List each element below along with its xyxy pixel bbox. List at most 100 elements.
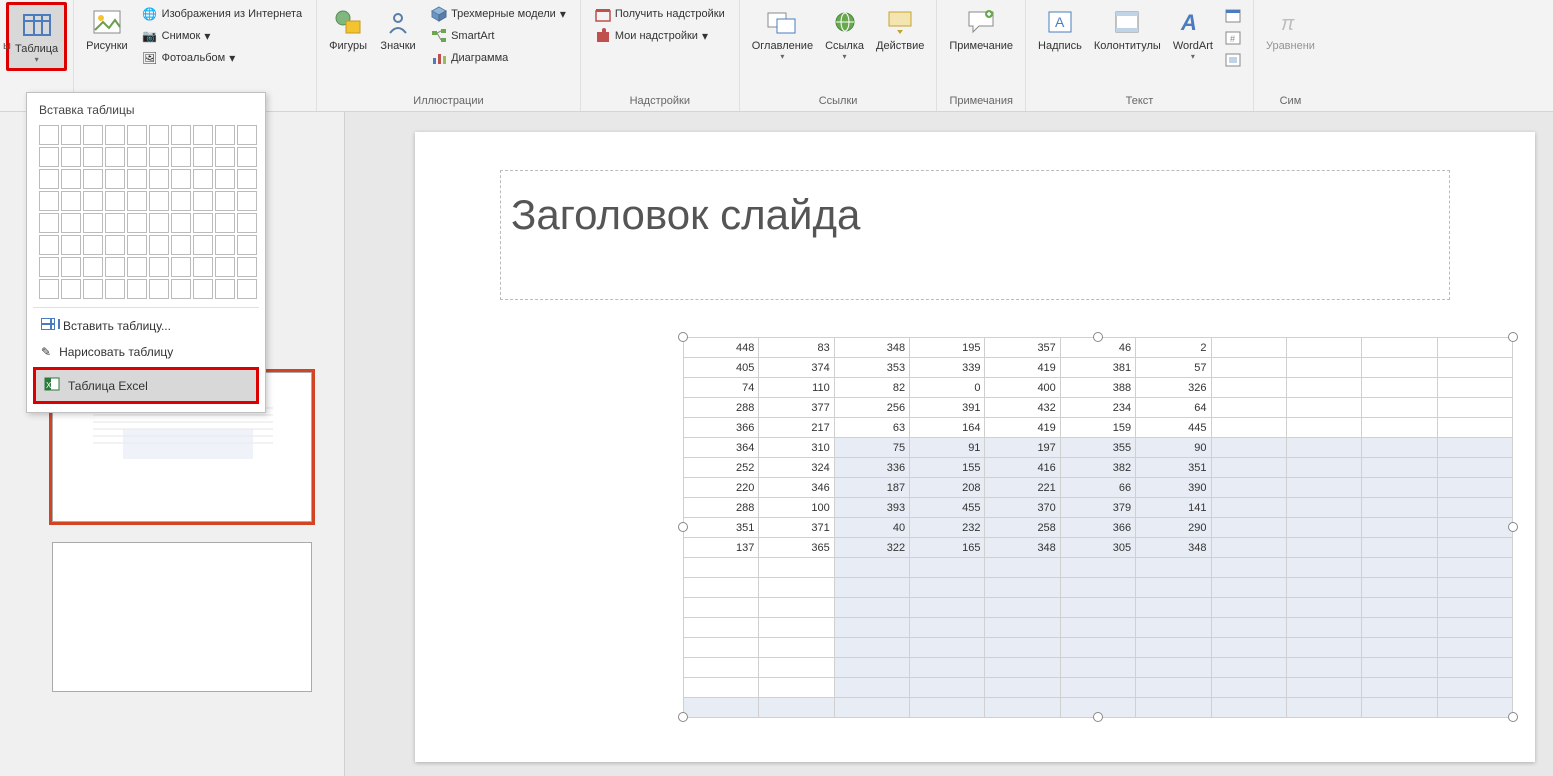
grid-cell[interactable] (193, 169, 213, 189)
object-button[interactable] (1223, 50, 1243, 70)
grid-cell[interactable] (83, 213, 103, 233)
grid-cell[interactable] (149, 279, 169, 299)
grid-cell[interactable] (237, 147, 257, 167)
grid-cell[interactable] (127, 125, 147, 145)
grid-cell[interactable] (61, 169, 81, 189)
resize-handle[interactable] (1508, 712, 1518, 722)
grid-cell[interactable] (215, 147, 235, 167)
grid-cell[interactable] (149, 125, 169, 145)
header-footer-button[interactable]: Колонтитулы (1088, 2, 1167, 56)
grid-cell[interactable] (171, 235, 191, 255)
grid-cell[interactable] (171, 191, 191, 211)
wordart-button[interactable]: A WordArt ▾ (1167, 2, 1219, 65)
online-images-button[interactable]: 🌐 Изображения из Интернета (138, 4, 306, 24)
date-time-button[interactable] (1223, 6, 1243, 26)
grid-cell[interactable] (61, 191, 81, 211)
grid-cell[interactable] (171, 169, 191, 189)
grid-cell[interactable] (127, 279, 147, 299)
grid-cell[interactable] (149, 147, 169, 167)
grid-cell[interactable] (105, 125, 125, 145)
grid-cell[interactable] (83, 147, 103, 167)
comment-button[interactable]: Примечание (943, 2, 1019, 56)
grid-cell[interactable] (215, 169, 235, 189)
table-button[interactable]: Таблица ▾ (6, 2, 67, 71)
grid-cell[interactable] (149, 257, 169, 277)
get-addins-button[interactable]: Получить надстройки (591, 4, 729, 24)
grid-cell[interactable] (39, 169, 59, 189)
resize-handle[interactable] (678, 332, 688, 342)
grid-cell[interactable] (83, 125, 103, 145)
draw-table-item[interactable]: ✎ Нарисовать таблицу (33, 339, 259, 365)
grid-cell[interactable] (105, 191, 125, 211)
grid-cell[interactable] (149, 213, 169, 233)
grid-cell[interactable] (83, 257, 103, 277)
grid-cell[interactable] (39, 257, 59, 277)
grid-cell[interactable] (105, 279, 125, 299)
grid-cell[interactable] (39, 147, 59, 167)
grid-cell[interactable] (39, 191, 59, 211)
grid-cell[interactable] (83, 235, 103, 255)
grid-cell[interactable] (61, 235, 81, 255)
grid-cell[interactable] (61, 213, 81, 233)
3d-models-button[interactable]: Трехмерные модели ▾ (427, 4, 570, 24)
smartart-button[interactable]: SmartArt (427, 26, 570, 46)
grid-cell[interactable] (193, 147, 213, 167)
title-placeholder[interactable]: Заголовок слайда (500, 170, 1450, 300)
grid-cell[interactable] (39, 279, 59, 299)
grid-cell[interactable] (237, 213, 257, 233)
grid-cell[interactable] (39, 235, 59, 255)
grid-cell[interactable] (237, 125, 257, 145)
resize-handle[interactable] (1508, 332, 1518, 342)
grid-cell[interactable] (127, 235, 147, 255)
excel-table-item[interactable]: X Таблица Excel (33, 367, 259, 404)
slide-thumbnail-2[interactable] (52, 542, 312, 692)
equation-button[interactable]: π Уравнени (1260, 2, 1321, 56)
grid-cell[interactable] (193, 191, 213, 211)
grid-cell[interactable] (215, 235, 235, 255)
grid-cell[interactable] (127, 257, 147, 277)
resize-handle[interactable] (1508, 522, 1518, 532)
grid-cell[interactable] (105, 169, 125, 189)
grid-cell[interactable] (193, 257, 213, 277)
grid-cell[interactable] (193, 279, 213, 299)
link-button[interactable]: Ссылка ▾ (819, 2, 870, 65)
grid-cell[interactable] (127, 213, 147, 233)
grid-cell[interactable] (215, 191, 235, 211)
grid-cell[interactable] (171, 257, 191, 277)
photo-album-button[interactable]: 🖼 Фотоальбом ▾ (138, 48, 306, 68)
resize-handle[interactable] (1093, 712, 1103, 722)
my-addins-button[interactable]: Мои надстройки ▾ (591, 26, 729, 46)
grid-cell[interactable] (193, 125, 213, 145)
grid-cell[interactable] (237, 257, 257, 277)
grid-cell[interactable] (171, 279, 191, 299)
pictures-button[interactable]: Рисунки (80, 2, 134, 56)
resize-handle[interactable] (678, 712, 688, 722)
insert-table-item[interactable]: Вставить таблицу... (33, 312, 259, 339)
grid-cell[interactable] (61, 125, 81, 145)
grid-cell[interactable] (105, 235, 125, 255)
textbox-button[interactable]: A Надпись (1032, 2, 1088, 56)
grid-cell[interactable] (215, 125, 235, 145)
grid-cell[interactable] (149, 169, 169, 189)
grid-cell[interactable] (215, 213, 235, 233)
grid-cell[interactable] (127, 169, 147, 189)
grid-cell[interactable] (127, 147, 147, 167)
grid-cell[interactable] (237, 279, 257, 299)
grid-cell[interactable] (237, 191, 257, 211)
grid-cell[interactable] (149, 191, 169, 211)
table-grid-picker[interactable] (33, 121, 259, 303)
grid-cell[interactable] (237, 235, 257, 255)
grid-cell[interactable] (39, 125, 59, 145)
grid-cell[interactable] (83, 279, 103, 299)
grid-cell[interactable] (61, 147, 81, 167)
action-button[interactable]: Действие (870, 2, 930, 56)
grid-cell[interactable] (83, 191, 103, 211)
grid-cell[interactable] (83, 169, 103, 189)
slide[interactable]: Заголовок слайда 44883348195357462405374… (415, 132, 1535, 762)
grid-cell[interactable] (149, 235, 169, 255)
resize-handle[interactable] (1093, 332, 1103, 342)
grid-cell[interactable] (105, 257, 125, 277)
grid-cell[interactable] (193, 213, 213, 233)
grid-cell[interactable] (171, 213, 191, 233)
grid-cell[interactable] (127, 191, 147, 211)
